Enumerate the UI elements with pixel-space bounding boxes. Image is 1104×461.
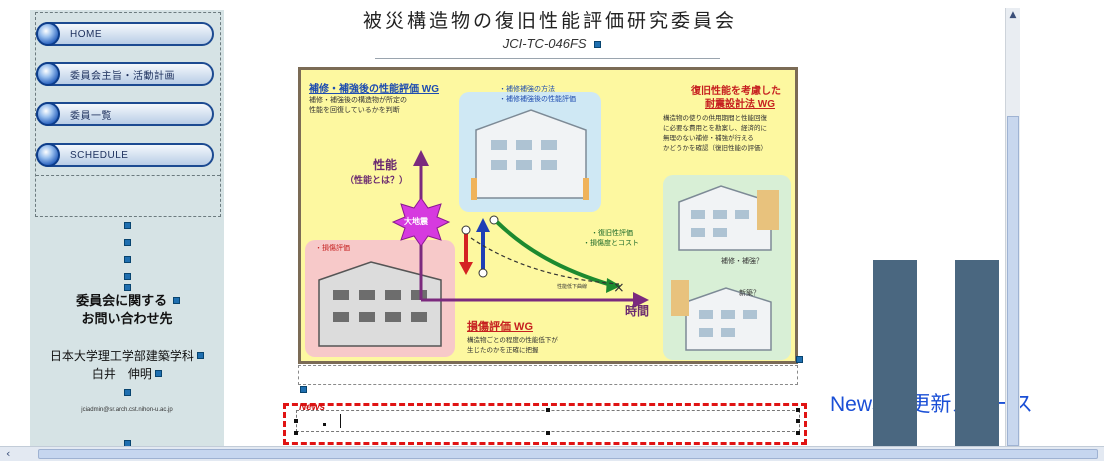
- wg2-desc-3: 無理のない補修・補強が行える: [663, 135, 754, 142]
- news-label: News: [299, 402, 326, 413]
- anchor-marker-icon: [172, 297, 180, 304]
- figure-spacer: [298, 365, 798, 385]
- anchor-marker-icon: [124, 256, 131, 263]
- nav-divider: [36, 175, 220, 176]
- performance-sub: （性能とは？）: [345, 175, 409, 185]
- nav-purpose-label: 委員会主旨・活動計画: [70, 70, 175, 82]
- anchor-marker-icon: [124, 389, 131, 396]
- rebuild-question: 新築？: [739, 290, 760, 297]
- page-title: 被災構造物の復旧性能評価研究委員会: [362, 10, 737, 32]
- wg2-desc-4: かどうかを確認（復旧性能の評価）: [663, 145, 767, 152]
- email-link[interactable]: jciadmin@sr.arch.cst.nihon-u.ac.jp: [30, 407, 224, 413]
- contact-title: 委員会に関する: [30, 290, 224, 309]
- anchor-marker-icon: [300, 386, 307, 393]
- nav-purpose-button[interactable]: 委員会主旨・活動計画: [36, 62, 214, 86]
- resize-handle-icon[interactable]: [546, 431, 550, 435]
- horizontal-scrollbar[interactable]: ‹: [0, 446, 1104, 461]
- degradation-label: 性能低下曲線: [557, 284, 588, 290]
- wg3-desc-2: 生じたのかを正確に把握: [467, 347, 539, 354]
- decor-block-right: [955, 260, 999, 446]
- nav-schedule-button[interactable]: SCHEDULE: [36, 143, 214, 167]
- person-text: 白井 伸明: [30, 365, 224, 382]
- anchor-marker-icon: [796, 356, 803, 363]
- wg1-desc-2: 性能を回復しているかを判断: [309, 107, 400, 114]
- orb-icon: [36, 62, 60, 86]
- time-label: 時間: [625, 304, 650, 318]
- affiliation-text: 日本大学理工学部建築学科: [30, 347, 224, 364]
- resize-handle-icon[interactable]: [546, 408, 550, 412]
- wg2-title-2: 耐震設計法 WG: [705, 99, 775, 110]
- vertical-scroll-thumb[interactable]: [1007, 116, 1019, 446]
- contact-title-line1: 委員会に関する: [76, 293, 168, 308]
- wg2-desc-2: に必要な費用とを勘案し、経済的に: [663, 125, 767, 132]
- anchor-marker-icon: [124, 239, 131, 246]
- nav-home-label: HOME: [70, 28, 102, 40]
- damaged-building-icon: [318, 261, 442, 347]
- page-subtitle: JCI-TC-046FS: [290, 36, 810, 51]
- text-caret: [340, 414, 341, 428]
- orb-icon: [36, 22, 60, 46]
- chevron-up-icon[interactable]: ▲: [1006, 8, 1020, 22]
- nav-members-label: 委員一覧: [70, 110, 112, 122]
- concept-figure: × 補修・補強後の性能評価 WG 補修・補強後の構造物が所定の 性能を回復してい…: [298, 67, 798, 364]
- news-callout: News の更新スペース: [830, 393, 1033, 416]
- wg1-title: 補修・補強後の性能評価 WG: [309, 84, 439, 95]
- wg3-desc-1: 構造物ごとの程度の性能低下が: [467, 337, 558, 344]
- decor-block-left: [873, 260, 917, 446]
- svg-text:×: ×: [613, 280, 625, 296]
- resize-handle-icon[interactable]: [796, 419, 800, 423]
- wg1-bullet-1: ・補修補強の方法: [499, 86, 555, 93]
- orb-icon: [36, 143, 60, 167]
- contact-title-line2: お問い合わせ先: [81, 311, 173, 326]
- repair-question: 補修・補強？: [721, 258, 763, 265]
- chevron-left-icon[interactable]: ‹: [6, 447, 16, 461]
- vertical-scrollbar[interactable]: ▲: [1005, 8, 1020, 446]
- resize-handle-icon[interactable]: [294, 419, 298, 423]
- recovery-bullet-1: ・復旧性評価: [591, 230, 633, 237]
- nav-home-button[interactable]: HOME: [36, 22, 214, 46]
- page-subtitle-text: JCI-TC-046FS: [502, 36, 587, 51]
- anchor-marker-icon: [594, 41, 602, 48]
- resize-handle-icon[interactable]: [294, 431, 298, 435]
- anchor-marker-icon: [124, 222, 131, 229]
- resize-handle-icon[interactable]: [796, 408, 800, 412]
- nav-members-button[interactable]: 委員一覧: [36, 102, 214, 126]
- affiliation-label: 日本大学理工学部建築学科: [49, 349, 194, 363]
- orb-icon: [36, 102, 60, 126]
- resize-handle-icon[interactable]: [796, 431, 800, 435]
- nav-schedule-label: SCHEDULE: [70, 149, 129, 161]
- performance-label: 性能: [373, 158, 398, 172]
- wg1-desc-1: 補修・補強後の構造物が所定の: [309, 97, 407, 104]
- news-update-area[interactable]: [296, 410, 800, 432]
- damage-eval-bullet: ・損傷評価: [315, 245, 350, 252]
- horizontal-scroll-thumb[interactable]: [38, 449, 1098, 459]
- wg1-bullet-2: ・補修補強後の性能評価: [499, 96, 576, 103]
- recovery-bullet-2: ・損傷度とコスト: [583, 240, 639, 247]
- insertion-dot-icon: [323, 423, 326, 426]
- earthquake-label: 大地震: [404, 217, 428, 226]
- person-label: 白井 伸明: [91, 367, 152, 381]
- title-rule: [375, 58, 720, 59]
- wg2-desc-1: 構造物の使りの供用期間と性能回復: [663, 115, 767, 122]
- wg3-title: 損傷評価 WG: [467, 321, 533, 333]
- anchor-marker-icon: [124, 273, 131, 280]
- anchor-marker-icon: [197, 352, 205, 359]
- anchor-marker-icon: [155, 370, 163, 377]
